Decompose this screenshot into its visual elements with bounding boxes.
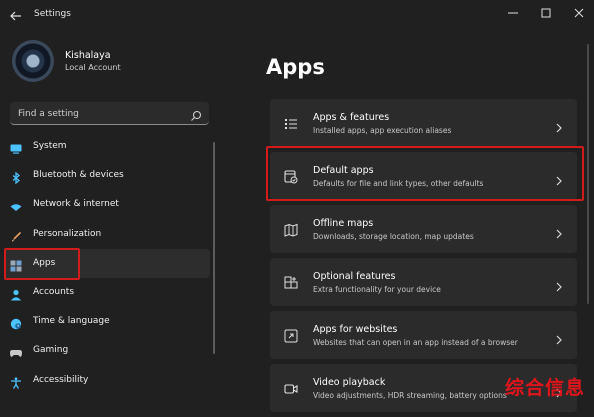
sidebar-item-accounts[interactable]: Accounts [0, 278, 210, 307]
sidebar-item-label: Time & language [33, 316, 110, 327]
card-subtitle: Websites that can open in an app instead… [313, 338, 518, 347]
window-title: Settings [34, 9, 71, 19]
avatar [12, 40, 54, 82]
sidebar-item-label: Accounts [33, 286, 75, 297]
globe-clock-icon [10, 315, 22, 330]
search-icon[interactable] [190, 107, 202, 121]
card-title: Offline maps [313, 218, 374, 229]
search-box[interactable] [10, 102, 209, 125]
page-title: Apps [266, 55, 325, 79]
sidebar-item-gaming[interactable]: Gaming [0, 336, 210, 365]
card-subtitle: Installed apps, app execution aliases [313, 126, 452, 135]
bluetooth-icon [10, 169, 22, 185]
sidebar-item-network[interactable]: Network & internet [0, 190, 210, 219]
brush-icon [10, 228, 22, 242]
chevron-right-icon [555, 277, 563, 292]
watermark: 综合信息 [505, 377, 586, 399]
user-profile[interactable]: Kishalaya Local Account [12, 40, 212, 84]
back-arrow-icon[interactable] [9, 8, 23, 22]
map-icon [284, 222, 298, 237]
card-title: Video playback [313, 377, 386, 388]
sidebar-item-label: Personalization [33, 228, 102, 239]
sidebar-item-system[interactable]: System [0, 132, 210, 161]
minimize-button[interactable] [500, 4, 526, 22]
card-subtitle: Extra functionality for your device [313, 285, 441, 294]
card-title: Apps for websites [313, 324, 398, 335]
sidebar-item-label: Accessibility [33, 374, 89, 385]
card-subtitle: Downloads, storage location, map updates [313, 232, 474, 241]
wifi-icon [10, 198, 22, 212]
default-apps-highlight-box [266, 146, 584, 201]
apps-highlight-box [4, 248, 80, 280]
sidebar-item-time-language[interactable]: Time & language [0, 307, 210, 336]
user-name: Kishalaya [65, 50, 111, 61]
maximize-button[interactable] [533, 4, 559, 22]
card-subtitle: Video adjustments, HDR streaming, batter… [313, 391, 507, 400]
gamepad-icon [10, 344, 22, 358]
accessibility-icon [10, 374, 22, 389]
optional-features-icon [284, 275, 298, 289]
person-icon [10, 286, 22, 301]
sidebar-item-accessibility[interactable]: Accessibility [0, 366, 210, 395]
account-type: Local Account [65, 63, 121, 72]
sidebar-item-label: Network & internet [33, 199, 119, 210]
sidebar-item-personalization[interactable]: Personalization [0, 220, 210, 249]
card-apps-features[interactable]: Apps & features Installed apps, app exec… [270, 99, 577, 147]
card-offline-maps[interactable]: Offline maps Downloads, storage location… [270, 205, 577, 253]
chevron-right-icon [555, 224, 563, 239]
chevron-right-icon [555, 118, 563, 133]
card-title: Apps & features [313, 112, 390, 123]
chevron-right-icon [555, 330, 563, 345]
sidebar-item-label: System [33, 141, 67, 151]
sidebar-scrollbar[interactable] [213, 142, 215, 354]
search-input[interactable] [16, 105, 180, 123]
sidebar-item-bluetooth[interactable]: Bluetooth & devices [0, 161, 210, 190]
video-icon [284, 381, 298, 395]
monitor-icon [10, 140, 22, 154]
card-optional-features[interactable]: Optional features Extra functionality fo… [270, 258, 577, 306]
open-in-app-icon [284, 328, 298, 343]
card-title: Optional features [313, 271, 396, 282]
close-button[interactable] [566, 4, 592, 22]
sidebar-item-label: Bluetooth & devices [33, 170, 124, 181]
sidebar-item-label: Gaming [33, 345, 69, 356]
list-icon [284, 116, 298, 130]
main-scrollbar[interactable] [587, 44, 589, 304]
card-apps-for-websites[interactable]: Apps for websites Websites that can open… [270, 311, 577, 359]
title-bar: Settings [0, 0, 594, 32]
